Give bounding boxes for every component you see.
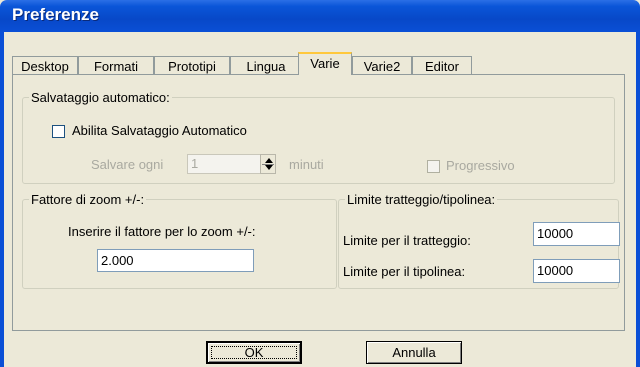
spin-up-icon[interactable] — [265, 158, 273, 163]
ok-button[interactable]: OK — [206, 341, 302, 364]
tab-page-varie: Salvataggio automatico: Abilita Salvatag… — [12, 74, 625, 331]
progressive-checkbox[interactable] — [427, 160, 440, 173]
autosave-enable-checkbox[interactable] — [52, 125, 65, 138]
spin-down-icon[interactable] — [265, 165, 273, 170]
cancel-button[interactable]: Annulla — [366, 341, 462, 364]
hatch-limit-label: Limite per il tratteggio: — [343, 233, 471, 248]
autosave-enable-label: Abilita Salvataggio Automatico — [72, 123, 247, 138]
cancel-button-label: Annulla — [392, 345, 436, 360]
tab-prototipi[interactable]: Prototipi — [154, 56, 230, 75]
tab-varie2[interactable]: Varie2 — [352, 56, 412, 75]
tab-editor[interactable]: Editor — [412, 56, 472, 75]
tab-strip: Desktop Formati Prototipi Lingua Varie V… — [12, 52, 624, 75]
autosave-interval-label: Salvare ogni — [91, 157, 164, 172]
autosave-interval-input[interactable]: 1 — [187, 154, 261, 174]
focus-rect — [211, 346, 297, 359]
tab-formati[interactable]: Formati — [78, 56, 154, 75]
autosave-interval-unit: minuti — [289, 157, 324, 172]
window-title: Preferenze — [12, 5, 99, 24]
title-bar[interactable]: Preferenze — [0, 0, 640, 32]
autosave-interval-spinner[interactable] — [260, 154, 276, 174]
tab-desktop[interactable]: Desktop — [12, 56, 78, 75]
zoom-legend: Fattore di zoom +/-: — [31, 192, 145, 207]
window-frame-left — [0, 32, 4, 367]
hatch-limit-input[interactable]: 10000 — [533, 222, 620, 246]
progressive-label: Progressivo — [446, 158, 515, 173]
window-frame-right — [636, 32, 640, 367]
zoom-group: Fattore di zoom +/-: — [22, 192, 337, 289]
linetype-limit-label: Limite per il tipolinea: — [343, 264, 466, 279]
zoom-factor-input[interactable]: 2.000 — [97, 249, 254, 272]
linetype-limit-input[interactable]: 10000 — [533, 259, 620, 283]
tab-varie[interactable]: Varie — [298, 52, 352, 75]
zoom-prompt: Inserire il fattore per lo zoom +/-: — [68, 224, 256, 239]
tab-lingua[interactable]: Lingua — [230, 56, 302, 75]
limits-legend: Limite tratteggio/tipolinea: — [347, 192, 496, 207]
autosave-legend: Salvataggio automatico: — [31, 90, 170, 105]
